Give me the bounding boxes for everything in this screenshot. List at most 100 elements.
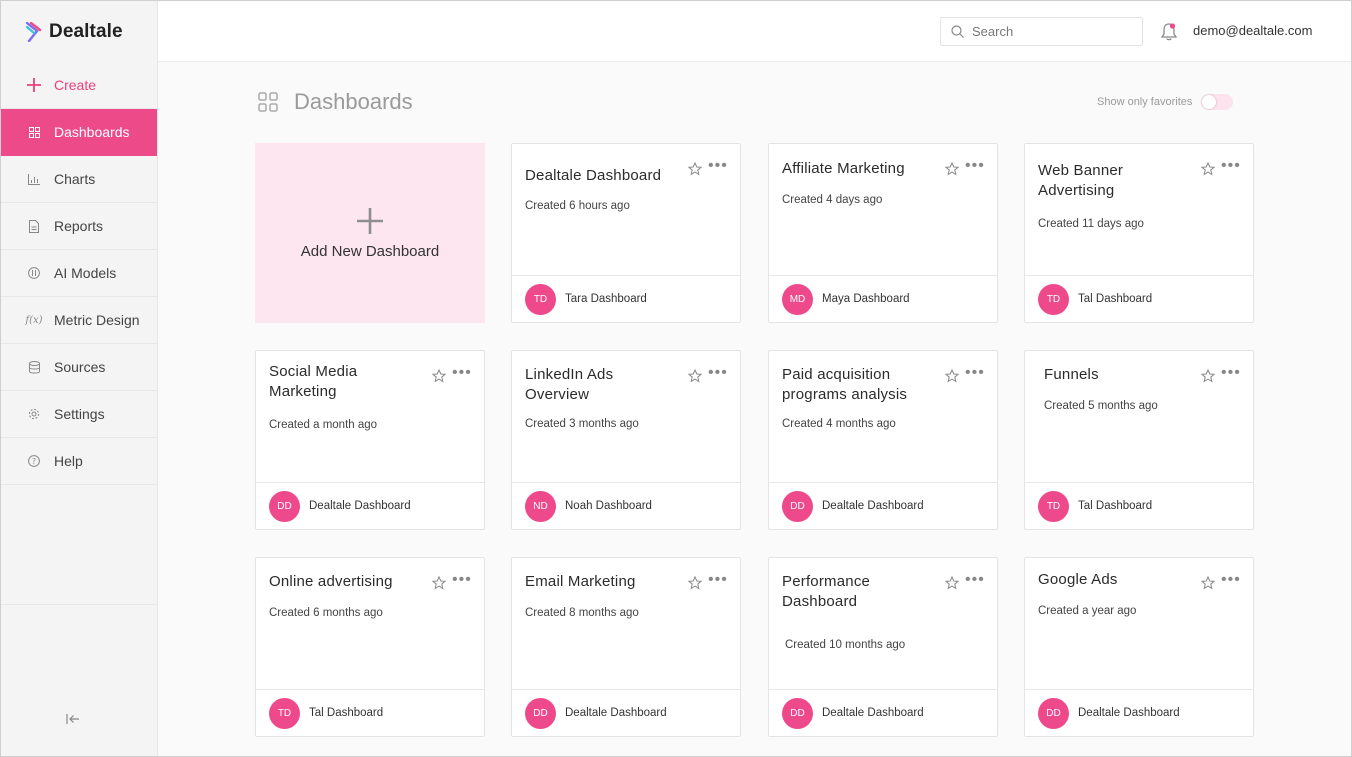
more-options-icon[interactable]: ••• (1221, 158, 1240, 176)
star-icon[interactable] (1201, 369, 1215, 383)
dashboard-created: Created 4 days ago (782, 194, 883, 206)
dashboard-card[interactable]: Online advertising Created 6 months ago … (255, 557, 485, 737)
search-icon (951, 25, 964, 38)
star-icon[interactable] (1201, 576, 1215, 590)
dashboard-card[interactable]: Social Media Marketing Created a month a… (255, 350, 485, 530)
dashboard-title[interactable]: Web Banner Advertising (1038, 161, 1168, 201)
sidebar-item-create[interactable]: Create (1, 62, 157, 109)
dashboard-title[interactable]: Social Media Marketing (269, 362, 394, 402)
star-icon[interactable] (945, 576, 959, 590)
dashboard-title[interactable]: LinkedIn Ads Overview (525, 365, 645, 405)
logo[interactable]: Dealtale (25, 20, 123, 44)
dashboard-created: Created 6 months ago (269, 607, 383, 619)
dealtale-logo-icon (25, 22, 42, 42)
favorites-label: Show only favorites (1097, 96, 1193, 108)
owner-name: Tal Dashboard (1078, 500, 1153, 512)
document-icon (26, 218, 42, 234)
dashboard-title[interactable]: Paid acquisition programs analysis (782, 365, 927, 405)
dashboard-title[interactable]: Email Marketing (525, 572, 685, 592)
owner-name: Maya Dashboard (822, 293, 910, 305)
dashboard-title[interactable]: Performance Dashboard (782, 572, 902, 612)
user-email[interactable]: demo@dealtale.com (1193, 23, 1312, 38)
grid-icon (258, 92, 278, 112)
dashboard-card[interactable]: Paid acquisition programs analysis Creat… (768, 350, 998, 530)
dashboard-title[interactable]: Funnels (1044, 365, 1204, 385)
sidebar-item-settings[interactable]: Settings (1, 391, 157, 438)
avatar: DD (782, 697, 813, 729)
owner-name: Dealtale Dashboard (309, 500, 411, 512)
search-box[interactable] (940, 17, 1143, 46)
dashboard-card[interactable]: Email Marketing Created 8 months ago •••… (511, 557, 741, 737)
toggle-knob (1202, 95, 1217, 109)
sidebar-item-help[interactable]: ? Help (1, 438, 157, 485)
help-icon: ? (26, 453, 42, 469)
dashboard-card[interactable]: Funnels Created 5 months ago ••• TD Tal … (1024, 350, 1254, 530)
star-icon[interactable] (688, 162, 702, 176)
owner-name: Dealtale Dashboard (822, 500, 924, 512)
more-options-icon[interactable]: ••• (452, 365, 471, 383)
star-icon[interactable] (945, 369, 959, 383)
card-footer: TD Tal Dashboard (256, 689, 484, 736)
more-options-icon[interactable]: ••• (708, 572, 727, 590)
more-options-icon[interactable]: ••• (965, 572, 984, 590)
dashboard-created: Created 4 months ago (782, 418, 896, 430)
star-icon[interactable] (688, 576, 702, 590)
svg-text:?: ? (32, 457, 36, 466)
owner-name: Tal Dashboard (309, 707, 384, 719)
more-options-icon[interactable]: ••• (452, 572, 471, 590)
grid-icon (26, 124, 42, 140)
star-icon[interactable] (432, 369, 446, 383)
owner-name: Dealtale Dashboard (822, 707, 924, 719)
star-icon[interactable] (432, 576, 446, 590)
dashboard-card[interactable]: LinkedIn Ads Overview Created 3 months a… (511, 350, 741, 530)
more-options-icon[interactable]: ••• (1221, 572, 1240, 590)
app-name: Dealtale (49, 21, 123, 42)
star-icon[interactable] (1201, 162, 1215, 176)
more-options-icon[interactable]: ••• (965, 158, 984, 176)
dashboard-title[interactable]: Affiliate Marketing (782, 159, 942, 179)
dashboard-title[interactable]: Google Ads (1038, 570, 1198, 590)
card-footer: TD Tara Dashboard (512, 275, 740, 322)
sidebar-item-label: Create (54, 77, 97, 93)
avatar: DD (782, 490, 813, 522)
notification-bell-icon[interactable] (1160, 22, 1178, 42)
sidebar-item-sources[interactable]: Sources (1, 344, 157, 391)
dashboard-card[interactable]: Google Ads Created a year ago ••• DD Dea… (1024, 557, 1254, 737)
database-icon (26, 359, 42, 375)
sidebar-item-metric-design[interactable]: f(x) Metric Design (1, 297, 157, 344)
search-input[interactable] (972, 24, 1132, 39)
dashboard-title[interactable]: Online advertising (269, 572, 429, 592)
dashboard-title[interactable]: Dealtale Dashboard (525, 166, 685, 186)
more-options-icon[interactable]: ••• (708, 365, 727, 383)
sidebar-nav: Create Dashboards Charts Reports AI Mode… (1, 62, 157, 605)
dashboard-card[interactable]: Performance Dashboard Created 10 months … (768, 557, 998, 737)
more-options-icon[interactable]: ••• (708, 158, 727, 176)
sidebar-item-reports[interactable]: Reports (1, 203, 157, 250)
star-icon[interactable] (688, 369, 702, 383)
star-icon[interactable] (945, 162, 959, 176)
sidebar-item-charts[interactable]: Charts (1, 156, 157, 203)
owner-name: Dealtale Dashboard (1078, 707, 1180, 719)
sidebar: Dealtale Create Dashboards Charts Report… (1, 1, 158, 756)
collapse-sidebar-button[interactable] (63, 709, 83, 729)
gear-icon (26, 406, 42, 422)
avatar: DD (269, 490, 300, 522)
sidebar-item-label: Charts (54, 171, 96, 187)
avatar: DD (1038, 697, 1069, 729)
avatar: TD (269, 697, 300, 729)
dashboard-card[interactable]: Web Banner Advertising Created 11 days a… (1024, 143, 1254, 323)
bar-chart-icon (26, 171, 42, 187)
sidebar-item-ai-models[interactable]: AI Models (1, 250, 157, 297)
dashboard-card[interactable]: Dealtale Dashboard Created 6 hours ago •… (511, 143, 741, 323)
more-options-icon[interactable]: ••• (1221, 365, 1240, 383)
function-icon: f(x) (25, 314, 43, 326)
more-options-icon[interactable]: ••• (965, 365, 984, 383)
sidebar-item-dashboards[interactable]: Dashboards (1, 109, 157, 156)
card-footer: DD Dealtale Dashboard (256, 482, 484, 529)
favorites-toggle[interactable] (1201, 94, 1234, 110)
avatar: TD (525, 283, 556, 315)
dashboard-card[interactable]: Affiliate Marketing Created 4 days ago •… (768, 143, 998, 323)
add-dashboard-card[interactable]: Add New Dashboard (255, 143, 485, 323)
sidebar-item-label: Reports (54, 218, 104, 234)
card-footer: DD Dealtale Dashboard (512, 689, 740, 736)
